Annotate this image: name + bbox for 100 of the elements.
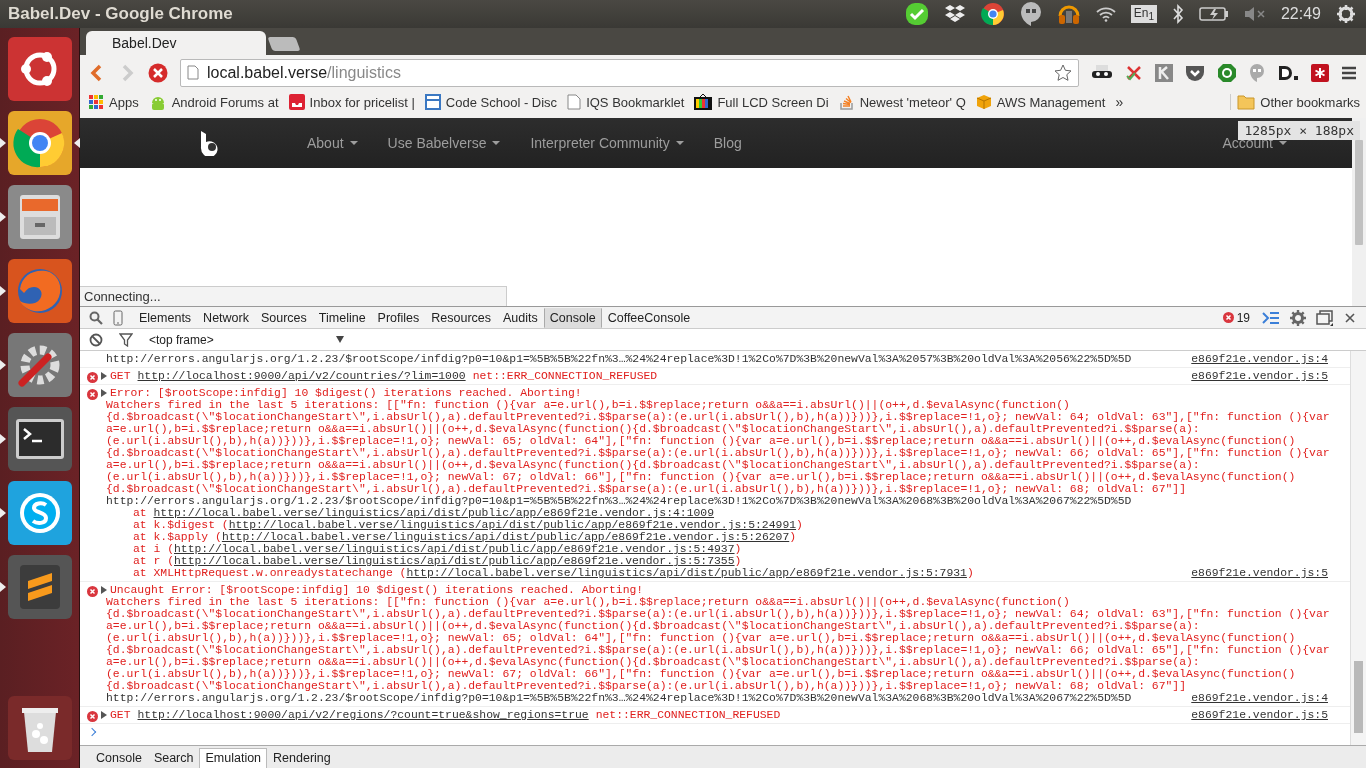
error-detail-line: {d.$broadcast(\"$locationChangeStart\",i.absUrl(),a).defaultPrevented?i.$$parse(a):(e.url(i.absUrl(),b),h(a))}))},i.$$replace=!1,o}; newVal: 68; oldVal: 67"]] — [106, 680, 1186, 692]
launcher-item[interactable] — [0, 111, 80, 175]
bookmark[interactable]: AWS Management — [975, 94, 1106, 110]
bookmark[interactable]: IQS Bookmarklet — [567, 94, 685, 110]
quote-bubble-icon[interactable] — [1019, 1, 1042, 27]
expand-arrow-icon[interactable] — [101, 372, 107, 380]
frame-selector[interactable]: <top frame> — [149, 332, 344, 347]
address-bar[interactable]: local.babel.verse/linguistics — [180, 58, 1079, 87]
search-icon[interactable] — [89, 310, 103, 325]
drawer-tab[interactable]: Rendering — [267, 748, 337, 768]
source-link[interactable]: e869f21e.vendor.js:5 — [1191, 709, 1328, 721]
error-detail-line: a=e.url(),b=i.$$replace;return o&&a==i.absUrl()||(o++,d.$evalAsync(function(){d.$broadcast(\"$locationChangeStart\",i.absUrl(),a).defaultPrevented?i.$$parse(a): — [106, 656, 1200, 668]
drawer-tab[interactable]: Search — [147, 748, 200, 768]
source-link[interactable]: e869f21e.vendor.js:4 — [1191, 692, 1328, 704]
devtools-tab[interactable]: Sources — [254, 307, 313, 328]
menu-icon[interactable] — [1341, 64, 1357, 81]
devtools-tab[interactable]: CoffeeConsole — [601, 307, 697, 328]
scrollbar[interactable] — [1352, 118, 1366, 306]
stack-frame-link[interactable]: http://local.babel.verse/linguistics/api/dist/public/app/e869f21e.vendor.js:5:7931 — [406, 567, 967, 579]
filter-icon[interactable] — [119, 332, 133, 347]
browser-icon[interactable] — [980, 2, 1005, 26]
stack-frame-link[interactable]: http://local.babel.verse/linguistics/api/dist/public/app/e869f21e.vendor.js:5:26207 — [221, 531, 790, 543]
stack-frame-link[interactable]: http://local.babel.verse/linguistics/api/dist/public/app/e869f21e.vendor.js:5:7355 — [174, 555, 735, 567]
mute-icon[interactable] — [1243, 6, 1266, 22]
bookmark[interactable]: Apps — [88, 94, 139, 110]
bookmark[interactable]: Android Forums at — [148, 94, 279, 110]
other-bookmarks[interactable]: Other bookmarks — [1230, 94, 1366, 110]
status-check-icon[interactable] — [904, 2, 929, 26]
nav-link[interactable]: Blog — [713, 135, 742, 151]
stack-frame-paren: ) — [796, 519, 803, 531]
source-link[interactable]: e869f21e.vendor.js:4 — [1191, 353, 1328, 365]
stack-frame-link[interactable]: http://local.babel.verse/linguistics/api/dist/public/app/e869f21e.vendor.js:5:24991 — [228, 519, 797, 531]
nav-link[interactable]: Use Babelverse — [387, 135, 501, 151]
stack-frame-link[interactable]: http://local.babel.verse/linguistics/api/dist/public/app/e869f21e.vendor.js:4:1009 — [153, 507, 715, 519]
source-link[interactable]: e869f21e.vendor.js:5 — [1191, 567, 1328, 579]
devtools-tab[interactable]: Audits — [497, 307, 544, 328]
devtools-tab[interactable]: Console — [543, 307, 602, 328]
devtools-tab[interactable]: Timeline — [312, 307, 372, 328]
scrollbar[interactable] — [1350, 351, 1366, 745]
error-icon — [87, 711, 98, 722]
browser-icon[interactable] — [7, 111, 72, 175]
more-bookmarks-button[interactable]: » — [1115, 94, 1124, 110]
stack-frame-label: at i ( — [133, 543, 174, 555]
browser-tab[interactable]: Babel.Dev — [86, 31, 266, 55]
folded-box-icon[interactable] — [943, 4, 966, 24]
settings-icon[interactable] — [1290, 309, 1306, 326]
k-mark-tile-icon[interactable] — [1155, 63, 1173, 82]
pocket-icon[interactable] — [1185, 63, 1205, 82]
error-detail-line: {d.$broadcast(\"$locationChangeStart\",i.absUrl(),a).defaultPrevented?i.$$parse(a):(e.url(i.absUrl(),b),h(a))}))},i.$$replace=!1,o}; newVal: 64; oldVal: 63"],["fn: function (){var — [106, 411, 1330, 423]
devtools-tab[interactable]: Resources — [425, 307, 498, 328]
clock[interactable]: 22:49 — [1280, 5, 1321, 23]
power-icon[interactable] — [1336, 4, 1356, 24]
circle-logo-icon[interactable] — [7, 37, 72, 101]
stack-frame-label: at — [133, 507, 148, 519]
drawer-tab[interactable]: Emulation — [199, 748, 268, 768]
wrench-gear-icon[interactable] — [7, 333, 72, 397]
dock-icon[interactable] — [1316, 309, 1334, 326]
error-detail-line: {d.$broadcast(\"$locationChangeStart\",i.absUrl(),a).defaultPrevented?i.$$parse(a):(e.url(i.absUrl(),b),h(a))}))},i.$$replace=!1,o}; newVal: 68; oldVal: 67"]] — [106, 483, 1186, 495]
nav-link[interactable]: About — [307, 135, 358, 151]
expand-arrow-icon[interactable] — [101, 711, 107, 719]
devtools-tab[interactable]: Profiles — [371, 307, 426, 328]
clear-console-icon[interactable] — [89, 332, 103, 347]
battery-icon[interactable] — [1198, 6, 1229, 22]
drawer-toggle-icon[interactable] — [1262, 310, 1280, 325]
bookmark[interactable]: Full LCD Screen Di — [694, 94, 829, 110]
error-detail-line: a=e.url(),b=i.$$replace;return o&&a==i.absUrl()||(o++,d.$evalAsync(function(){d.$broadcast(\"$locationChangeStart\",i.absUrl(),a).defaultPrevented?i.$$parse(a): — [106, 423, 1200, 435]
striped-tile-icon[interactable] — [7, 555, 72, 619]
chat-cloud-icon[interactable] — [7, 481, 72, 545]
wifi-icon[interactable] — [1095, 6, 1116, 22]
stop-icon[interactable] — [148, 62, 168, 83]
expand-arrow-icon[interactable] — [101, 389, 107, 397]
request-url-link[interactable]: http://localhost:9000/api/v2/regions/?count=true&show_regions=true — [137, 709, 589, 721]
drawer-tab[interactable]: Console — [90, 748, 148, 768]
trash-icon[interactable] — [7, 696, 72, 760]
terminal-icon[interactable] — [7, 407, 72, 471]
new-tab-button[interactable] — [267, 37, 301, 51]
star-icon[interactable] — [1054, 63, 1072, 82]
bookmark[interactable]: Inbox for pricelist | — [288, 94, 415, 110]
keyboard-layout-indicator[interactable]: En$_{1}$ — [1130, 4, 1157, 24]
fox-globe-icon[interactable] — [7, 259, 72, 323]
devtools-tab[interactable]: Elements — [133, 307, 198, 328]
half-disc-dot-icon[interactable] — [1277, 63, 1299, 82]
phone-icon[interactable] — [113, 309, 123, 326]
request-url-link[interactable]: http://localhost:9000/api/v2/countries/?lim=1000 — [137, 370, 466, 382]
bluetooth-icon[interactable] — [1171, 4, 1184, 24]
file-drawer-icon[interactable] — [7, 185, 72, 249]
folder-icon — [1237, 94, 1256, 110]
source-link[interactable]: e869f21e.vendor.js:5 — [1191, 370, 1328, 382]
error-detail-line: Watchers fired in the last 5 iterations: [["fn: function (){var a=e.url(),b=i.$$replace;return o&&a==i.absUrl()||(o++,d.$evalAsync(function() — [106, 399, 1070, 411]
bookmark[interactable]: Code School - Disc — [424, 94, 558, 110]
cross-check-icon[interactable] — [1125, 63, 1143, 82]
stack-frame-link[interactable]: http://local.babel.verse/linguistics/api/dist/public/app/e869f21e.vendor.js:5:4937 — [174, 543, 735, 555]
asterisk-tile-icon[interactable] — [1311, 63, 1329, 82]
stack-frame-paren: ) — [966, 567, 974, 579]
nav-link[interactable]: Interpreter Community — [530, 135, 684, 151]
expand-arrow-icon[interactable] — [101, 586, 107, 594]
devtools-tab[interactable]: Network — [197, 307, 255, 328]
close-icon[interactable] — [1344, 311, 1356, 324]
error-counter[interactable]: 19 — [1222, 310, 1250, 325]
bookmark[interactable]: Newest 'meteor' Q — [838, 94, 966, 110]
